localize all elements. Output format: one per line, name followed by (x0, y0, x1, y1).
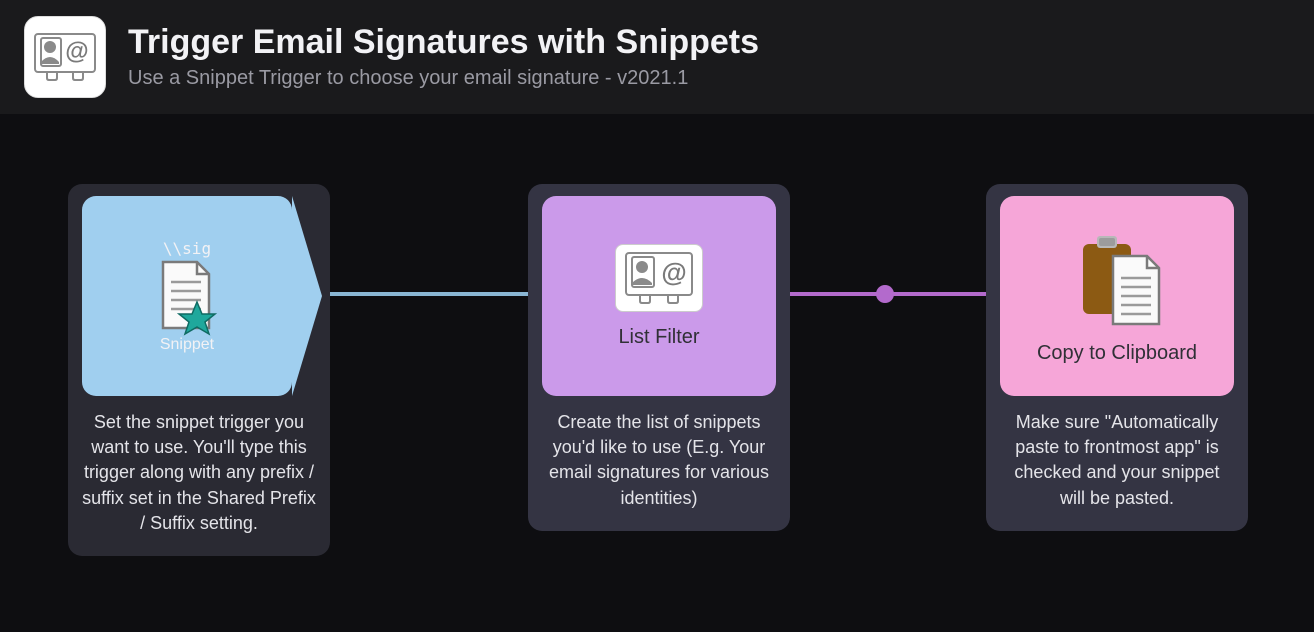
workflow-header: @ Trigger Email Signatures with Snippets… (0, 0, 1314, 114)
clipboard-document-icon (1069, 228, 1165, 328)
clipboard-description: Make sure "Automatically paste to frontm… (1000, 410, 1234, 511)
workflow-subtitle: Use a Snippet Trigger to choose your ema… (128, 67, 759, 90)
node-card-snippet[interactable]: \\sig Snippet Set the snippet trigger yo… (68, 184, 330, 556)
header-titles: Trigger Email Signatures with Snippets U… (128, 24, 759, 90)
listfilter-tile-label: List Filter (618, 326, 699, 349)
listfilter-description: Create the list of snippets you'd like t… (542, 410, 776, 511)
connector-junction-dot (876, 285, 894, 303)
svg-text:@: @ (661, 257, 686, 287)
node-card-listfilter[interactable]: @ List Filter Create the list of snippet… (528, 184, 790, 531)
clipboard-tile[interactable]: Copy to Clipboard (1000, 196, 1234, 396)
contacts-at-icon: @ (624, 251, 694, 305)
snippet-tile[interactable]: \\sig Snippet (82, 196, 292, 396)
workflow-icon: @ (24, 16, 106, 98)
clipboard-tile-label: Copy to Clipboard (1037, 342, 1197, 365)
snippet-description: Set the snippet trigger you want to use.… (82, 410, 316, 536)
workflow-canvas[interactable]: \\sig Snippet Set the snippet trigger yo… (0, 114, 1314, 632)
snippet-document-star-icon (153, 258, 221, 336)
node-card-clipboard[interactable]: Copy to Clipboard Make sure "Automatical… (986, 184, 1248, 531)
connector-snippet-to-listfilter (322, 292, 542, 296)
listfilter-tile[interactable]: @ List Filter (542, 196, 776, 396)
snippet-tile-label: Snippet (160, 336, 214, 354)
svg-text:@: @ (65, 38, 88, 65)
contacts-at-icon: @ (33, 32, 97, 82)
workflow-title: Trigger Email Signatures with Snippets (128, 24, 759, 61)
snippet-trigger-text: \\sig (163, 239, 211, 258)
